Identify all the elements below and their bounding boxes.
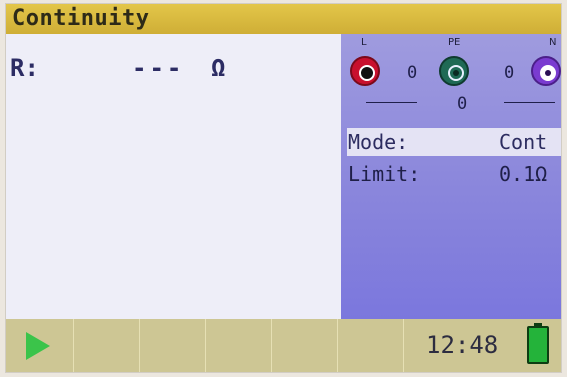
terminal-l-label: L [361, 37, 367, 48]
softkey-3[interactable] [140, 319, 206, 372]
terminal-pe-n-value: 0 [504, 63, 515, 83]
softkey-4[interactable] [206, 319, 272, 372]
pe-n-link-line [504, 102, 555, 103]
terminal-n-icon [531, 56, 561, 86]
softkey-6[interactable] [338, 319, 404, 372]
terminal-l-pe-value: 0 [407, 63, 418, 83]
resistance-label: R: [10, 54, 39, 82]
start-softkey[interactable] [6, 319, 74, 372]
mode-value[interactable]: Cont [499, 130, 547, 154]
terminal-l-icon [350, 56, 380, 86]
terminal-l-n-value: 0 [457, 94, 468, 114]
limit-value[interactable]: 0.1Ω [499, 162, 547, 186]
terminal-pe-label: PE [448, 37, 461, 48]
resistance-value: --- [132, 54, 185, 82]
info-panel: L PE N 0 0 0 Mode: Cont Limit: 0.1Ω [341, 34, 561, 319]
terminal-pe-icon [439, 56, 469, 86]
battery-icon [527, 326, 549, 364]
title-bar: Continuity [6, 4, 561, 34]
softkey-5[interactable] [272, 319, 338, 372]
function-title: Continuity [12, 6, 150, 31]
result-panel: R: --- Ω [6, 34, 341, 319]
limit-label: Limit: [348, 162, 421, 186]
terminal-n-label: N [549, 37, 557, 48]
instrument-screen: Continuity R: --- Ω L PE N 0 0 0 Mode: C… [6, 4, 561, 372]
resistance-unit: Ω [211, 54, 226, 82]
clock: 12:48 [426, 331, 499, 359]
mode-label: Mode: [348, 130, 409, 154]
softkey-bar: 12:48 [6, 319, 561, 372]
l-pe-link-line [366, 102, 417, 103]
softkey-2[interactable] [74, 319, 140, 372]
play-icon [26, 332, 50, 360]
